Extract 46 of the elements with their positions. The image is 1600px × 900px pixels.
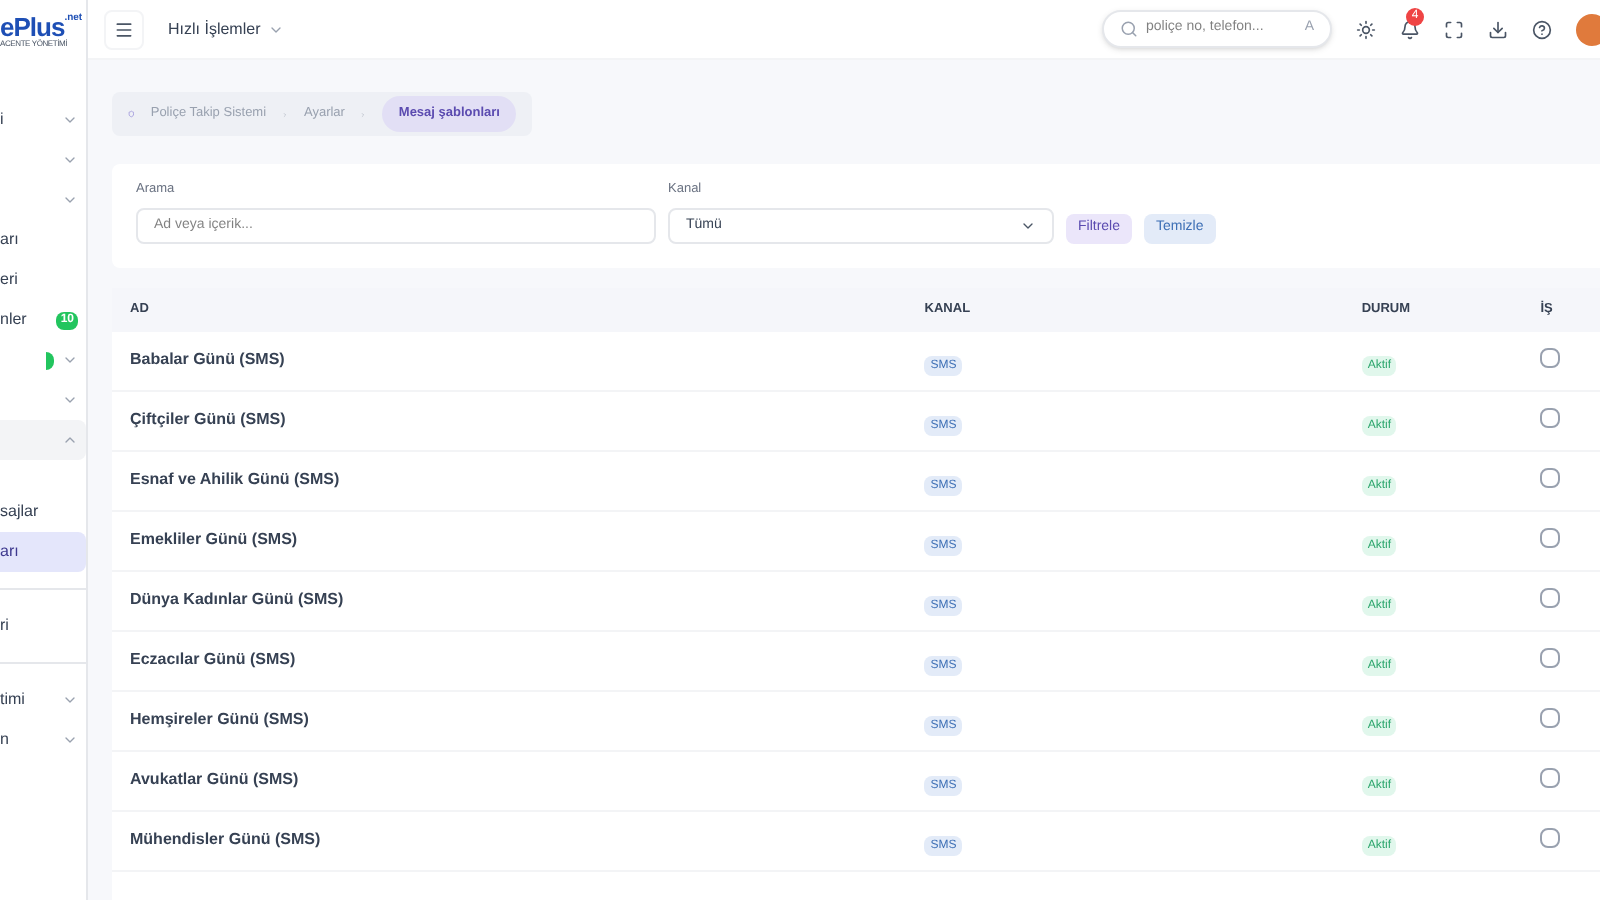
template-name: Çiftçiler Günü (SMS) xyxy=(128,408,288,433)
action-button[interactable] xyxy=(1540,708,1561,729)
chevron-down-icon xyxy=(62,192,78,208)
chevron-up-icon xyxy=(62,432,78,448)
help-icon[interactable] xyxy=(1532,19,1552,39)
sidebar-item[interactable]: arı xyxy=(0,532,86,572)
template-name: Babalar Günü (SMS) xyxy=(128,348,287,373)
chevron-down-icon xyxy=(62,692,78,708)
sidebar-item[interactable]: n xyxy=(0,720,86,760)
action-button[interactable] xyxy=(1540,588,1561,609)
template-name: Emekliler Günü (SMS) xyxy=(128,528,300,553)
action-button[interactable] xyxy=(1540,408,1561,429)
action-button[interactable] xyxy=(1540,348,1561,369)
chevron-down-icon xyxy=(62,392,78,408)
chevron-down-icon xyxy=(62,352,78,368)
sidebar-item[interactable]: sajlar xyxy=(0,492,86,532)
sidebar-item[interactable]: ri xyxy=(0,606,86,646)
avatar[interactable] xyxy=(1576,13,1600,45)
template-name: Avukatlar Günü (SMS) xyxy=(128,768,301,793)
sidebar-item[interactable]: arı xyxy=(0,220,86,260)
template-name: Dünya Kadınlar Günü (SMS) xyxy=(128,588,346,613)
action-button[interactable] xyxy=(1540,768,1561,789)
theme-icon[interactable] xyxy=(1356,19,1376,39)
template-name: Esnaf ve Ahilik Günü (SMS) xyxy=(128,468,342,493)
template-name: Hemşireler Günü (SMS) xyxy=(128,708,311,733)
chevron-down-icon xyxy=(62,112,78,128)
action-button[interactable] xyxy=(1540,828,1561,849)
action-button[interactable] xyxy=(1540,528,1561,549)
menu-icon xyxy=(114,19,134,39)
logo-text: ePlus xyxy=(0,13,65,39)
shield-icon xyxy=(128,106,135,122)
menu-button[interactable] xyxy=(104,9,144,49)
template-name: Eczacılar Günü (SMS) xyxy=(128,648,298,673)
sidebar-item[interactable]: i xyxy=(0,100,86,140)
chevron-down-icon xyxy=(62,732,78,748)
chevron-down-icon xyxy=(62,152,78,168)
template-name: Mühendisler Günü (SMS) xyxy=(128,828,323,853)
download-icon[interactable] xyxy=(1488,19,1508,39)
fullscreen-icon[interactable] xyxy=(1444,19,1464,39)
action-button[interactable] xyxy=(1540,648,1561,669)
notification-icon[interactable] xyxy=(1400,19,1420,39)
sidebar-item[interactable]: eri xyxy=(0,260,86,300)
action-button[interactable] xyxy=(1540,468,1561,489)
sidebar-item[interactable]: timi xyxy=(0,680,86,720)
quick-actions-menu[interactable]: Hızlı İşlemler xyxy=(168,17,285,41)
search-icon xyxy=(1120,20,1138,38)
